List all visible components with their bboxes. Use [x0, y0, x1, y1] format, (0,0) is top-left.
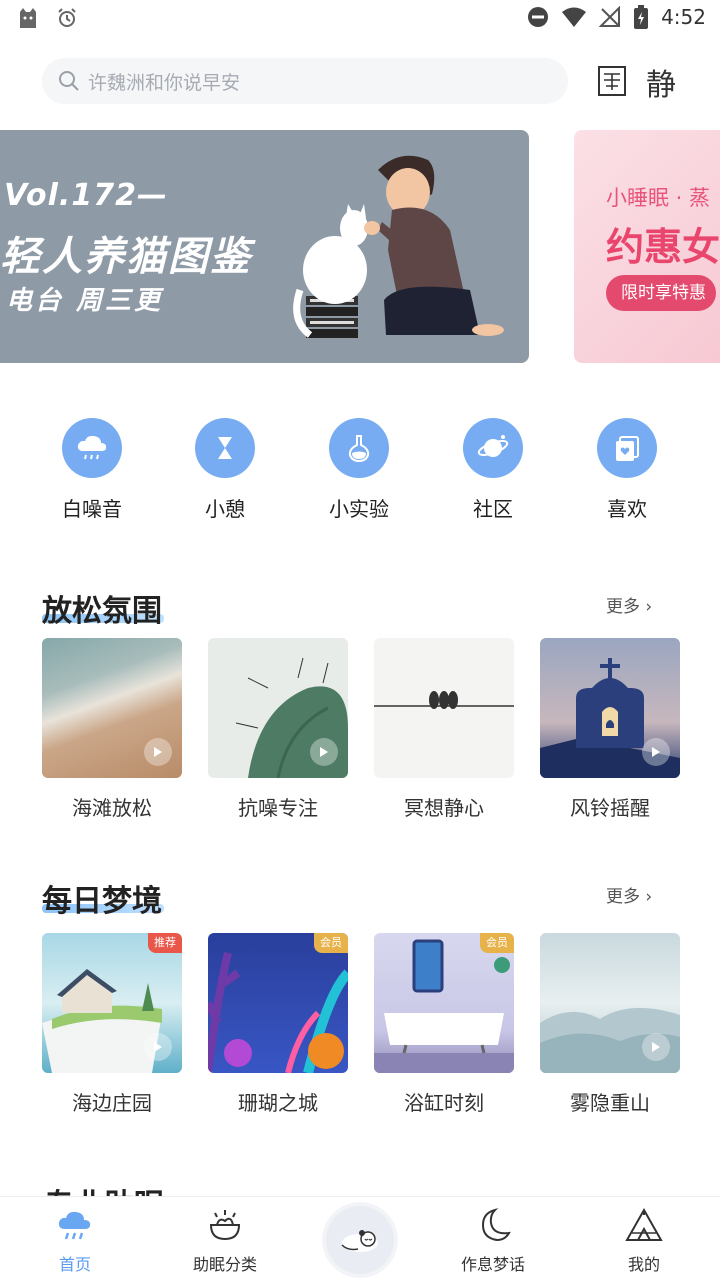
- moon-icon: [481, 1208, 511, 1242]
- rain-cloud-icon: [58, 1211, 91, 1240]
- nav-sleep-categories[interactable]: 助眠分类: [175, 1207, 275, 1275]
- play-icon: [144, 1033, 172, 1061]
- planet-icon: [463, 418, 523, 478]
- flask-icon: [329, 418, 389, 478]
- category-label: 小憩: [205, 497, 245, 521]
- card-label: 风铃摇醒: [570, 796, 650, 820]
- nav-label: 作息梦话: [460, 1255, 525, 1274]
- section-title-partial: 专业助眠: [44, 1180, 164, 1196]
- card-wind-chime[interactable]: 风铃摇醒: [540, 638, 680, 821]
- card-label: 珊瑚之城: [238, 1091, 318, 1115]
- banner-promo[interactable]: 小睡眠 · 蒸 约惠女 限时享特惠: [574, 130, 720, 363]
- search-bar[interactable]: 许魏洲和你说早安: [42, 58, 568, 104]
- more-link-relax[interactable]: 更多 ›: [606, 592, 652, 617]
- card-thumbnail: 会员: [208, 933, 348, 1073]
- banner-vol: Vol.172—: [4, 178, 168, 213]
- category-label: 白噪音: [62, 497, 122, 521]
- tent-icon: [625, 1207, 663, 1241]
- card-label: 冥想静心: [404, 796, 484, 820]
- search-placeholder: 许魏洲和你说早安: [88, 71, 241, 94]
- more-link-dream[interactable]: 更多 ›: [606, 882, 652, 907]
- rain-cloud-icon: [62, 418, 122, 478]
- category-nap[interactable]: 小憩: [170, 418, 280, 522]
- alarm-icon: [58, 8, 76, 27]
- play-icon: [310, 738, 338, 766]
- card-label: 浴缸时刻: [404, 1091, 484, 1115]
- banner-subtitle: 电台 周三更: [6, 286, 164, 316]
- promo-line2: 约惠女: [606, 225, 720, 269]
- heart-card-icon: [597, 418, 657, 478]
- category-favorites[interactable]: 喜欢: [572, 418, 682, 522]
- dnd-icon: [528, 7, 549, 27]
- calendar-icon[interactable]: [596, 64, 630, 98]
- card-label: 雾隐重山: [570, 1091, 650, 1115]
- nav-label: 助眠分类: [192, 1255, 257, 1274]
- app-icon: [20, 8, 36, 28]
- card-thumbnail: [540, 933, 680, 1073]
- promo-line1: 小睡眠 · 蒸: [606, 186, 711, 210]
- card-meditation[interactable]: 冥想静心: [374, 638, 514, 821]
- card-label: 海滩放松: [72, 796, 152, 820]
- card-thumbnail: [540, 638, 680, 778]
- wifi-icon: [562, 7, 587, 27]
- play-icon: [642, 1033, 670, 1061]
- nav-label: 首页: [58, 1255, 91, 1274]
- nav-profile[interactable]: 我的: [594, 1207, 694, 1275]
- sleeping-character-icon: [341, 1230, 378, 1252]
- promo-button[interactable]: 限时享特惠: [606, 275, 716, 311]
- section-title-relax: 放松氛围: [42, 594, 162, 629]
- card-label: 抗噪专注: [238, 796, 318, 820]
- card-coral-city[interactable]: 会员 珊瑚之城: [208, 933, 348, 1116]
- section-title-dream: 每日梦境: [42, 884, 162, 919]
- bowl-icon: [209, 1210, 241, 1241]
- category-community[interactable]: 社区: [438, 418, 548, 522]
- nav-home[interactable]: 首页: [25, 1207, 125, 1275]
- category-label: 小实验: [329, 497, 389, 521]
- tag-badge: 会员: [480, 933, 514, 953]
- tag-badge: 推荐: [148, 933, 182, 953]
- category-white-noise[interactable]: 白噪音: [37, 418, 147, 522]
- card-thumbnail: [208, 638, 348, 778]
- nav-schedule[interactable]: 作息梦话: [443, 1207, 543, 1275]
- nav-label: 我的: [627, 1255, 660, 1274]
- nav-center-player-button[interactable]: [326, 1206, 394, 1274]
- card-label: 海边庄园: [72, 1091, 152, 1115]
- category-experiment[interactable]: 小实验: [304, 418, 414, 522]
- card-thumbnail: 会员: [374, 933, 514, 1073]
- battery-icon: [634, 5, 649, 29]
- banner-title: 轻人养猫图鉴: [0, 234, 252, 280]
- card-misty-mountains[interactable]: 雾隐重山: [540, 933, 680, 1116]
- status-bar: 4:52: [0, 0, 720, 36]
- status-time: 4:52: [661, 5, 706, 29]
- card-thumbnail: 推荐: [42, 933, 182, 1073]
- card-anti-noise[interactable]: 抗噪专注: [208, 638, 348, 821]
- card-bathtub[interactable]: 会员 浴缸时刻: [374, 933, 514, 1116]
- category-label: 喜欢: [607, 497, 647, 521]
- tag-badge: 会员: [314, 933, 348, 953]
- card-beach[interactable]: 海滩放松: [42, 638, 182, 821]
- no-signal-icon: [599, 6, 621, 27]
- play-icon: [144, 738, 172, 766]
- category-label: 社区: [473, 497, 513, 521]
- quiet-mode-button[interactable]: 静: [646, 60, 676, 104]
- card-thumbnail: [42, 638, 182, 778]
- card-seaside-manor[interactable]: 推荐 海边庄园: [42, 933, 182, 1116]
- hourglass-icon: [195, 418, 255, 478]
- search-icon: [59, 71, 79, 91]
- card-thumbnail: [374, 638, 514, 778]
- play-icon: [642, 738, 670, 766]
